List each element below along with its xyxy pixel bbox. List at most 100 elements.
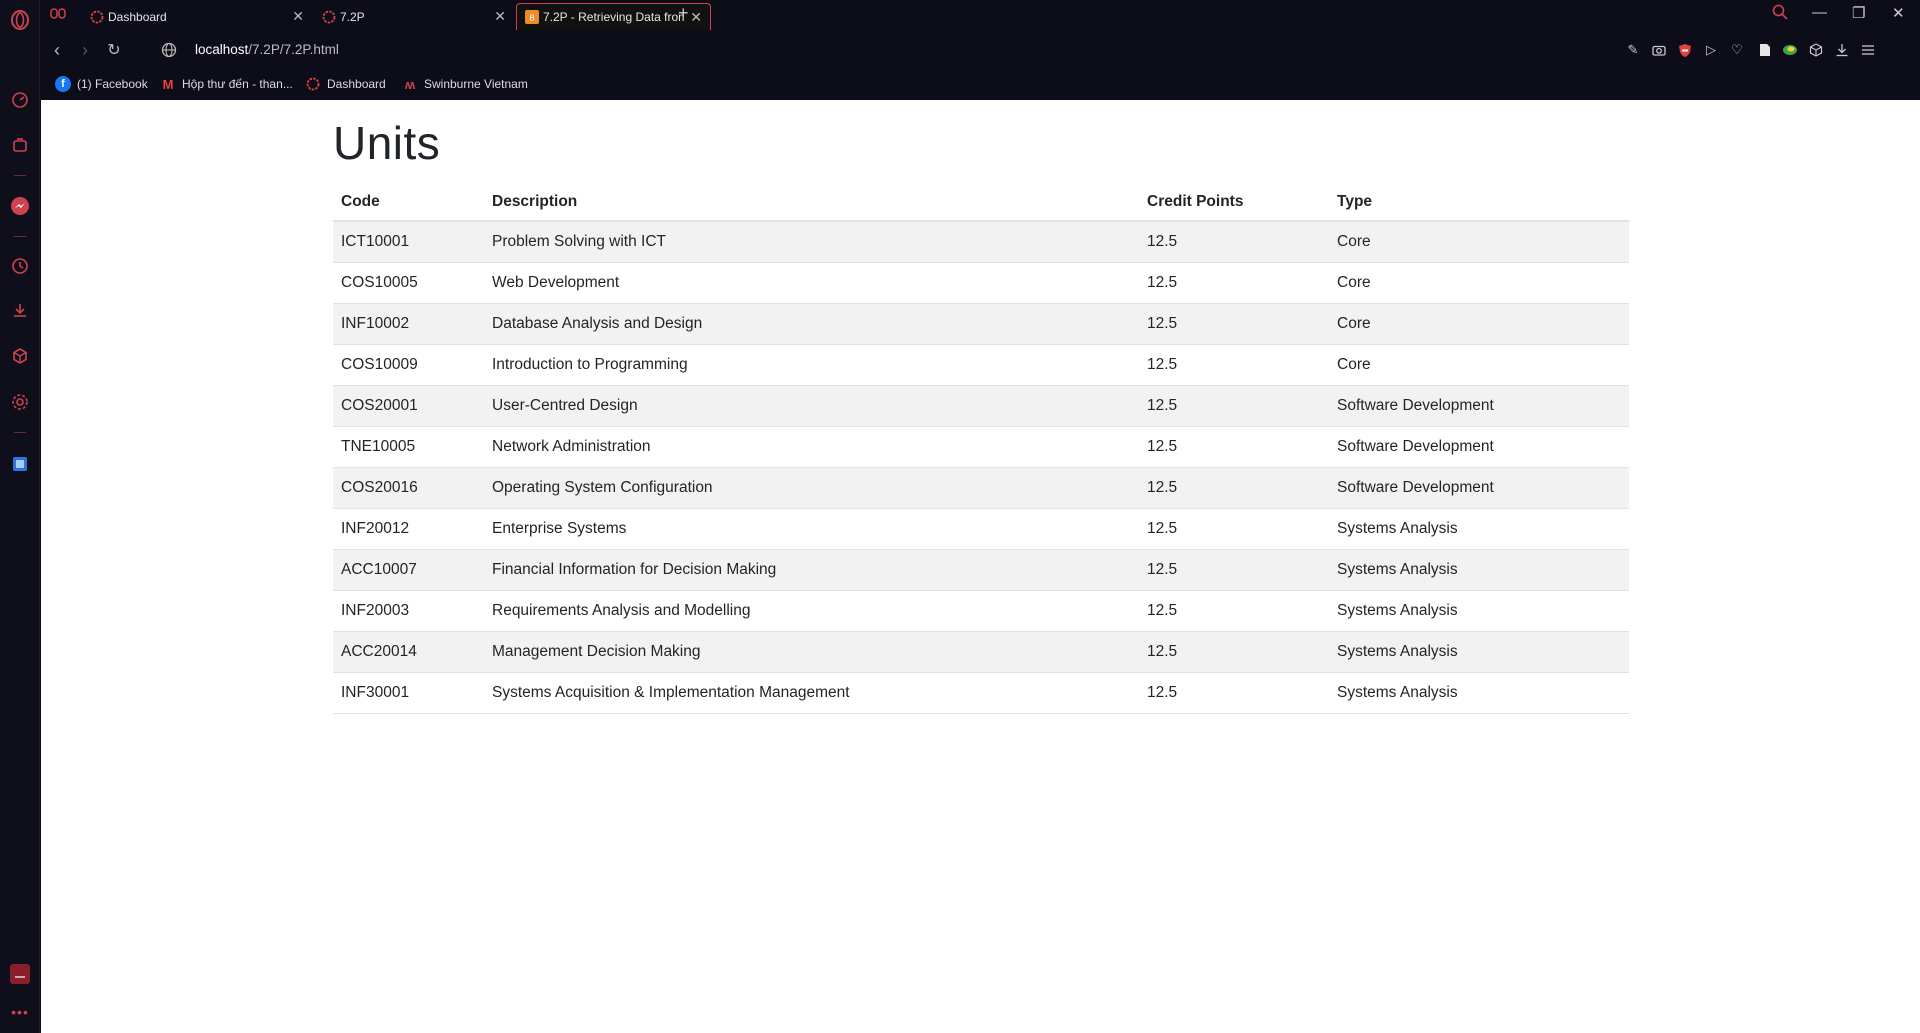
bookmark-facebook[interactable]: f (1) Facebook xyxy=(55,76,148,92)
cell-code: INF10002 xyxy=(333,302,484,344)
adblock-shield-icon[interactable] xyxy=(1675,40,1695,60)
speed-dial-icon[interactable] xyxy=(8,88,32,112)
table-row: TNE10005 Network Administration 12.5 Softwa… xyxy=(333,425,1629,467)
cell-credit-points: 12.5 xyxy=(1139,302,1329,344)
reload-icon[interactable]: ↻ xyxy=(102,38,126,62)
download-icon[interactable] xyxy=(1832,40,1852,60)
cell-type: Core xyxy=(1329,261,1629,303)
cell-credit-points: 12.5 xyxy=(1139,343,1329,385)
table-row: ICT10001 Problem Solving with ICT 12.5 Core xyxy=(333,220,1629,262)
back-icon[interactable]: ‹ xyxy=(45,38,69,62)
tab-title: 7.2P xyxy=(340,9,365,24)
search-tabs-icon[interactable] xyxy=(1772,4,1788,24)
facebook-icon: f xyxy=(55,76,71,92)
translator-extension-icon[interactable] xyxy=(8,452,32,476)
extensions-icon[interactable] xyxy=(8,344,32,368)
close-icon[interactable]: ✕ xyxy=(494,8,506,25)
site-info-icon[interactable] xyxy=(161,42,177,63)
send-icon[interactable]: ▷ xyxy=(1701,40,1721,60)
bookmark-label: (1) Facebook xyxy=(77,77,148,91)
cell-description: Introduction to Programming xyxy=(484,343,1139,385)
new-tab-button[interactable]: + xyxy=(678,3,689,24)
tab-menu-icon[interactable] xyxy=(50,7,66,26)
settings-icon[interactable] xyxy=(8,390,32,414)
cell-description: User-Centred Design xyxy=(484,384,1139,426)
sidebar-panel-icon[interactable] xyxy=(8,962,32,986)
web-page: Units Code Description Credit Points Typ… xyxy=(41,100,1920,1033)
cell-type: Systems Analysis xyxy=(1329,548,1629,590)
gmail-icon: M xyxy=(162,76,174,92)
table-row: COS20016 Operating System Configuration 12… xyxy=(333,466,1629,508)
page-favicon-icon: B xyxy=(525,10,539,24)
forward-icon[interactable]: › xyxy=(73,38,97,62)
sidebar-separator xyxy=(14,236,26,237)
cell-credit-points: 12.5 xyxy=(1139,220,1329,262)
snapshot-edit-icon[interactable]: ✎ xyxy=(1623,40,1643,60)
table-body: ICT10001 Problem Solving with ICT 12.5 Core… xyxy=(333,220,1629,714)
tab-dashboard[interactable]: Dashboard ✕ xyxy=(82,3,312,30)
cell-credit-points: 12.5 xyxy=(1139,548,1329,590)
page-icon[interactable] xyxy=(1755,40,1775,60)
url-host: localhost xyxy=(195,42,249,57)
my-flow-icon[interactable] xyxy=(8,133,32,157)
messenger-icon[interactable] xyxy=(8,194,32,218)
cell-description: Problem Solving with ICT xyxy=(484,220,1139,262)
more-options-icon[interactable]: ••• xyxy=(8,1000,32,1024)
cell-credit-points: 12.5 xyxy=(1139,671,1329,714)
table-row: INF30001 Systems Acquisition & Implementa… xyxy=(333,671,1629,714)
url-path: /7.2P/7.2P.html xyxy=(248,42,339,57)
tab-strip: Dashboard ✕ 7.2P ✕ B 7.2P - Retrieving D… xyxy=(40,0,1920,30)
minimize-icon[interactable]: — xyxy=(1812,4,1827,21)
cell-type: Software Development xyxy=(1329,466,1629,508)
tab-7-2p[interactable]: 7.2P ✕ xyxy=(314,3,514,30)
downloads-icon[interactable] xyxy=(8,298,32,322)
cell-credit-points: 12.5 xyxy=(1139,507,1329,549)
column-header-type: Type xyxy=(1329,183,1629,222)
cell-type: Systems Analysis xyxy=(1329,589,1629,631)
history-icon[interactable] xyxy=(8,254,32,278)
cell-code: INF30001 xyxy=(333,671,484,714)
close-window-icon[interactable]: ✕ xyxy=(1892,4,1905,22)
units-table: Code Description Credit Points Type ICT1… xyxy=(333,183,1629,714)
table-row: COS10005 Web Development 12.5 Core xyxy=(333,261,1629,303)
table-row: COS20001 User-Centred Design 12.5 Software … xyxy=(333,384,1629,426)
cell-description: Operating System Configuration xyxy=(484,466,1139,508)
cell-credit-points: 12.5 xyxy=(1139,261,1329,303)
vpn-extension-icon[interactable] xyxy=(1780,40,1800,60)
extensions-cube-icon[interactable] xyxy=(1806,40,1826,60)
table-row: INF20003 Requirements Analysis and Modell… xyxy=(333,589,1629,631)
cell-credit-points: 12.5 xyxy=(1139,425,1329,467)
opera-logo-icon[interactable] xyxy=(8,8,32,32)
bookmark-label: Hộp thư đến - than... xyxy=(182,77,293,91)
url-field[interactable]: localhost/7.2P/7.2P.html xyxy=(195,42,339,57)
column-header-credit: Credit Points xyxy=(1139,183,1329,222)
bookmark-gmail[interactable]: M Hộp thư đến - than... xyxy=(160,76,293,92)
cell-description: Systems Acquisition & Implementation Man… xyxy=(484,671,1139,714)
bookmark-dashboard[interactable]: Dashboard xyxy=(305,76,386,92)
close-icon[interactable]: ✕ xyxy=(690,9,702,26)
sidebar-separator xyxy=(14,175,26,176)
cell-credit-points: 12.5 xyxy=(1139,589,1329,631)
close-icon[interactable]: ✕ xyxy=(292,8,304,25)
heart-icon[interactable]: ♡ xyxy=(1727,40,1747,60)
browser-sidebar: ••• xyxy=(0,0,40,1033)
cell-type: Core xyxy=(1329,343,1629,385)
bookmark-swinburne[interactable]: ʍ Swinburne Vietnam xyxy=(402,76,528,92)
restore-icon[interactable]: ❐ xyxy=(1852,4,1865,22)
cell-code: COS20016 xyxy=(333,466,484,508)
cell-description: Financial Information for Decision Makin… xyxy=(484,548,1139,590)
swinburne-icon: ʍ xyxy=(404,76,416,92)
table-row: INF10002 Database Analysis and Design 12.5… xyxy=(333,302,1629,344)
easy-setup-menu-icon[interactable] xyxy=(1858,40,1878,60)
bookmark-label: Dashboard xyxy=(327,77,386,91)
cell-description: Database Analysis and Design xyxy=(484,302,1139,344)
cell-code: ICT10001 xyxy=(333,220,484,262)
bookmark-label: Swinburne Vietnam xyxy=(424,77,528,91)
page-content: Units Code Description Credit Points Typ… xyxy=(333,116,1629,714)
cell-description: Management Decision Making xyxy=(484,630,1139,672)
dashboard-tab-icon xyxy=(322,10,336,23)
camera-icon[interactable] xyxy=(1649,40,1669,60)
cell-code: ACC10007 xyxy=(333,548,484,590)
cell-credit-points: 12.5 xyxy=(1139,384,1329,426)
column-header-description: Description xyxy=(484,183,1139,222)
